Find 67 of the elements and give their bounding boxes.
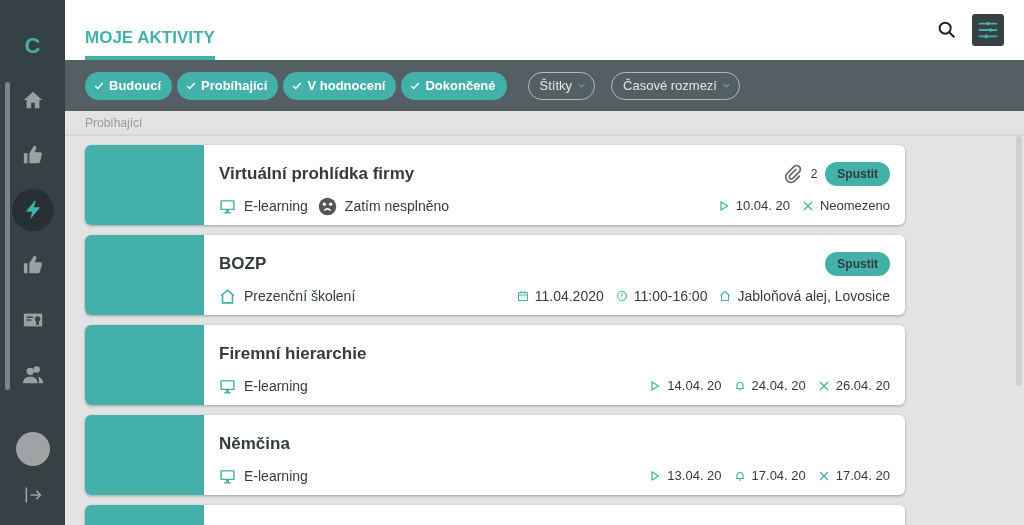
activity-date: Neomezeno <box>819 197 890 216</box>
close-icon <box>817 380 830 392</box>
play-icon <box>649 380 662 392</box>
sidebar-item[interactable] <box>11 189 54 231</box>
filter-chip[interactable]: V hodnocení <box>283 71 397 100</box>
activity-status: Zatím nesplněno <box>344 196 450 216</box>
activity-type: E-learning <box>244 196 308 216</box>
filter-chip[interactable]: Probíhající <box>177 71 279 100</box>
filter-chip[interactable]: Dokončené <box>401 71 507 100</box>
activity-date: 24.04. 20 <box>751 377 806 396</box>
sliders-icon <box>977 19 999 41</box>
activity-title: BOZP <box>219 253 267 276</box>
thumbs-up-icon <box>21 144 44 166</box>
start-button[interactable]: Spustit <box>825 162 890 186</box>
search-icon <box>936 19 958 41</box>
check-icon <box>292 80 303 91</box>
activity-title: Firemní hierarchie <box>219 343 367 366</box>
people-icon <box>21 364 44 386</box>
activity-date: 10.04. 20 <box>735 197 790 216</box>
sad-face-icon <box>317 196 337 216</box>
paperclip-icon <box>782 164 803 184</box>
close-icon <box>801 200 814 212</box>
check-icon <box>94 80 104 91</box>
activity-card[interactable]: Firemní hierarchie E-learning 14.04. 20 24.04. 20 26.04. 20 <box>85 325 905 405</box>
search-button[interactable] <box>936 19 958 41</box>
attachment-count: 2 <box>810 166 818 183</box>
section-label: Probíhající <box>85 114 143 132</box>
bell-icon <box>733 380 746 392</box>
activity-detail: 11:00-16:00 <box>633 286 708 306</box>
play-icon <box>717 200 730 212</box>
avatar[interactable] <box>15 432 50 466</box>
activity-title: Virtuální prohlídka firmy <box>219 163 415 186</box>
scrollbar[interactable] <box>5 82 10 390</box>
activity-card[interactable]: Virtuální prohlídka firmy 2 Spustit E-learning Zatím nesplněno 10.04. 20 Neomezeno <box>85 145 905 225</box>
filter-chip[interactable]: Budoucí <box>85 71 172 100</box>
play-icon <box>649 470 662 482</box>
chevron-down-icon <box>722 81 731 90</box>
clock-icon <box>615 290 628 302</box>
activity-date: 14.04. 20 <box>667 377 722 396</box>
check-icon <box>186 80 196 91</box>
home-icon <box>21 89 44 111</box>
bell-icon <box>733 470 746 482</box>
activity-card[interactable]: Němčina E-learning 13.04. 20 17.04. 20 17.04. 20 <box>85 415 905 495</box>
activity-detail: Jabloňová alej, Lovosice <box>737 286 890 306</box>
monitor-icon <box>219 197 236 215</box>
activity-date: 17.04. 20 <box>835 467 890 486</box>
monitor-icon <box>219 377 236 395</box>
activity-title: Němčina <box>219 433 290 456</box>
check-icon <box>410 80 421 91</box>
chevron-down-icon <box>577 81 587 90</box>
activity-card[interactable]: BOZP Spustit Prezenční školení 11.04.2020 11:00-16:00 Jabloňová alej, Lovosice <box>85 235 905 315</box>
activity-type: E-learning <box>244 466 308 486</box>
filter-settings-button[interactable] <box>972 14 1004 46</box>
activity-date: 13.04. 20 <box>667 467 722 486</box>
monitor-icon <box>219 467 236 485</box>
logo: C <box>24 32 41 60</box>
close-icon <box>817 470 830 482</box>
thumbs-up-icon <box>21 254 44 276</box>
house-icon <box>719 290 732 302</box>
activity-date: 26.04. 20 <box>835 377 890 396</box>
start-button[interactable]: Spustit <box>825 252 890 276</box>
calendar-icon <box>516 290 529 302</box>
house-icon <box>219 287 236 305</box>
activity-type: E-learning <box>244 376 308 396</box>
activity-detail: 11.04.2020 <box>534 286 604 306</box>
activity-type: Prezenční školení <box>244 286 356 306</box>
activity-date: 17.04. 20 <box>751 467 806 486</box>
